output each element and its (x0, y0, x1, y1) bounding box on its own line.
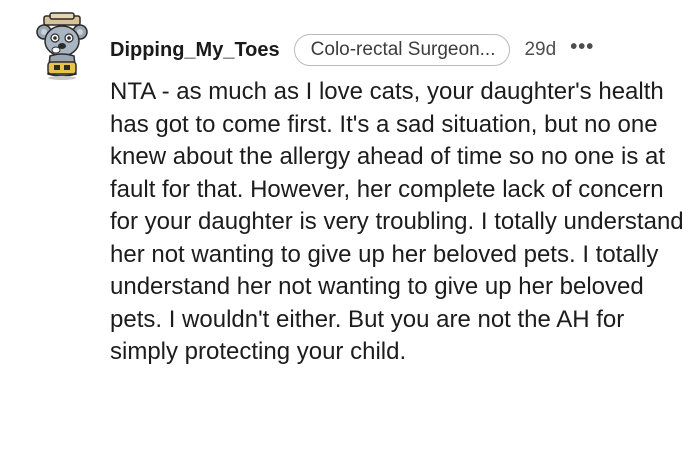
comment-body: NTA - as much as I love cats, your daugh… (110, 78, 684, 365)
more-options-icon[interactable]: ••• (570, 37, 594, 57)
comment-timestamp[interactable]: 29d (524, 39, 556, 61)
user-avatar-icon[interactable] (32, 12, 92, 80)
comment: Dipping_My_Toes Colo-rectal Surgeon... 2… (0, 0, 700, 453)
user-flair-badge: Colo-rectal Surgeon... (293, 34, 511, 66)
username-link[interactable]: Dipping_My_Toes (110, 39, 280, 62)
comment-header: Dipping_My_Toes Colo-rectal Surgeon... 2… (110, 32, 594, 68)
